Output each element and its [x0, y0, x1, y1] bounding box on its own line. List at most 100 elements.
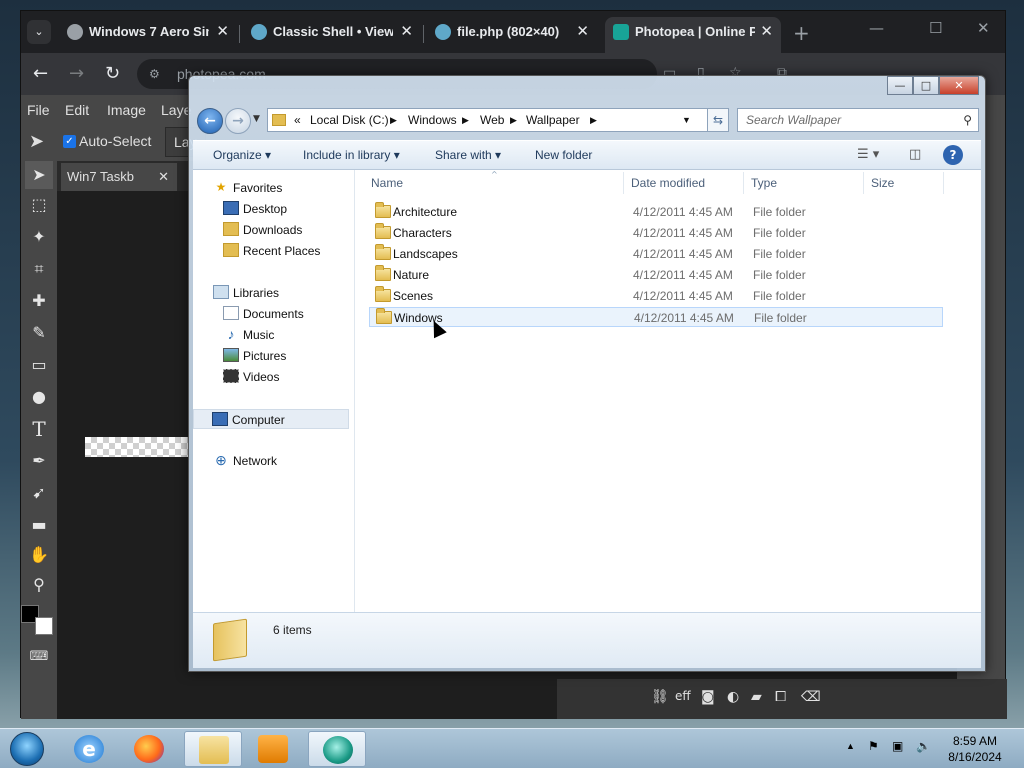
close-tab-icon[interactable]: ✕	[576, 17, 589, 47]
nav-documents[interactable]: Documents	[193, 304, 353, 324]
taskbar-file-explorer[interactable]	[184, 731, 242, 767]
file-row[interactable]: Nature 4/12/2011 4:45 AM File folder	[369, 265, 943, 285]
chevron-right-icon[interactable]: ▶	[390, 115, 397, 126]
menu-layer[interactable]: Laye	[161, 102, 191, 118]
breadcrumb-web[interactable]: Web	[480, 113, 504, 127]
keyboard-icon[interactable]: ⌨	[25, 643, 53, 671]
refresh-icon[interactable]: ⇆	[707, 108, 729, 132]
crop-tool-icon[interactable]: ⌗	[25, 255, 53, 283]
column-divider[interactable]	[863, 172, 864, 194]
gradient-tool-icon[interactable]: ▭	[25, 351, 53, 379]
shape-tool-icon[interactable]: ▬	[25, 511, 53, 539]
preview-pane-icon[interactable]: ◫	[909, 147, 921, 162]
trash-icon[interactable]: ⌫	[801, 689, 821, 705]
taskbar-classic-shell[interactable]	[308, 731, 366, 767]
taskbar-media-player[interactable]	[244, 731, 302, 767]
minimize-button[interactable]: —	[869, 19, 884, 37]
close-tab-icon[interactable]: ✕	[400, 17, 413, 47]
minimize-window-button[interactable]: —	[887, 76, 913, 95]
back-arrow-icon[interactable]: ←	[197, 108, 223, 134]
close-window-button[interactable]: ✕	[977, 19, 990, 37]
network-tray-icon[interactable]: ▣	[892, 739, 903, 753]
mask-icon[interactable]: ◙	[701, 689, 715, 705]
file-row[interactable]: Scenes 4/12/2011 4:45 AM File folder	[369, 286, 943, 306]
magic-wand-tool-icon[interactable]: ✦	[25, 223, 53, 251]
nav-network[interactable]: ⊕ Network	[193, 451, 353, 471]
nav-desktop[interactable]: Desktop	[193, 199, 353, 219]
blur-tool-icon[interactable]: ●	[25, 383, 53, 411]
column-header-date[interactable]: Date modified	[631, 176, 705, 190]
tab-search-button[interactable]: ⌄	[27, 20, 51, 44]
clock[interactable]: 8:59 AM 8/16/2024	[940, 733, 1010, 765]
organize-button[interactable]: Organize ▾	[213, 148, 271, 162]
action-center-flag-icon[interactable]: ⚑	[868, 739, 879, 753]
close-tab-icon[interactable]: ✕	[216, 17, 229, 47]
select-move-tool-icon[interactable]: ➤	[25, 161, 53, 189]
brush-tool-icon[interactable]: ✎	[25, 319, 53, 347]
file-row[interactable]: Architecture 4/12/2011 4:45 AM File fold…	[369, 202, 943, 222]
menu-file[interactable]: File	[27, 102, 50, 118]
start-button[interactable]	[4, 729, 48, 768]
column-divider[interactable]	[623, 172, 624, 194]
tab-file-php[interactable]: file.php (802×40) ✕	[427, 17, 597, 53]
menu-edit[interactable]: Edit	[65, 102, 89, 118]
nav-downloads[interactable]: Downloads	[193, 220, 353, 240]
reload-button[interactable]: ↻	[105, 63, 120, 84]
maximize-button[interactable]: ☐	[929, 19, 942, 37]
close-window-button[interactable]: ✕	[939, 76, 979, 95]
column-divider[interactable]	[743, 172, 744, 194]
tab-classic-shell[interactable]: Classic Shell • View ✕	[243, 17, 421, 53]
column-header-size[interactable]: Size	[871, 176, 894, 190]
address-dropdown-icon[interactable]: ▼	[682, 115, 691, 125]
breadcrumb-overflow[interactable]: «	[294, 113, 301, 127]
chevron-right-icon[interactable]: ▶	[510, 115, 517, 126]
share-with-button[interactable]: Share with ▾	[435, 148, 501, 162]
hand-tool-icon[interactable]: ✋	[25, 541, 53, 569]
marquee-tool-icon[interactable]: ⬚	[25, 191, 53, 219]
adjustment-icon[interactable]: ◐	[727, 689, 739, 705]
column-header-type[interactable]: Type	[751, 176, 777, 190]
file-row[interactable]: Landscapes 4/12/2011 4:45 AM File folder	[369, 244, 943, 264]
direct-select-tool-icon[interactable]: ➹	[25, 479, 53, 507]
healing-tool-icon[interactable]: ✚	[25, 287, 53, 315]
volume-muted-icon[interactable]: 🔈	[916, 739, 931, 753]
auto-select-checkbox[interactable]: ✓	[63, 135, 76, 148]
taskbar-internet-explorer[interactable]: e	[60, 731, 118, 767]
show-hidden-icons-icon[interactable]: ▲	[846, 741, 855, 751]
document-tab[interactable]: Win7 Taskb ✕	[61, 163, 177, 191]
forward-button[interactable]: →	[69, 63, 84, 84]
breadcrumb-windows[interactable]: Windows	[408, 113, 457, 127]
new-tab-button[interactable]: +	[793, 21, 810, 45]
nav-computer[interactable]: Computer	[193, 409, 349, 429]
nav-favorites[interactable]: ★ Favorites	[193, 178, 353, 198]
nav-videos[interactable]: Videos	[193, 367, 353, 387]
search-icon[interactable]: ⚲	[963, 109, 972, 131]
chevron-right-icon[interactable]: ▶	[590, 115, 597, 126]
taskbar-firefox[interactable]	[120, 731, 178, 767]
folder-icon[interactable]: ▰	[751, 689, 762, 705]
menu-image[interactable]: Image	[107, 102, 146, 118]
new-folder-button[interactable]: New folder	[535, 148, 592, 162]
close-tab-icon[interactable]: ✕	[760, 17, 773, 47]
maximize-window-button[interactable]: □	[913, 76, 939, 95]
forward-arrow-icon[interactable]: →	[225, 108, 251, 134]
breadcrumb-local-disk[interactable]: Local Disk (C:)	[310, 113, 389, 127]
pen-tool-icon[interactable]: ✒	[25, 447, 53, 475]
fx-icon[interactable]: eff	[675, 689, 691, 703]
nav-libraries[interactable]: Libraries	[193, 283, 353, 303]
nav-pictures[interactable]: Pictures	[193, 346, 353, 366]
breadcrumb-wallpaper[interactable]: Wallpaper	[526, 113, 580, 127]
background-color-swatch[interactable]	[35, 617, 53, 635]
link-icon[interactable]: ⛓	[651, 689, 669, 705]
type-tool-icon[interactable]: T	[25, 415, 53, 443]
breadcrumb[interactable]: « Local Disk (C:) ▶ Windows ▶ Web ▶ Wall…	[267, 108, 729, 132]
include-in-library-button[interactable]: Include in library ▾	[303, 148, 400, 162]
tab-windows7-aero[interactable]: Windows 7 Aero Sim ✕	[59, 17, 237, 53]
back-button[interactable]: ←	[33, 63, 48, 84]
recent-pages-icon[interactable]: ▼	[253, 114, 260, 124]
zoom-tool-icon[interactable]: ⚲	[25, 571, 53, 599]
change-view-icon[interactable]: ☰ ▾	[857, 147, 879, 162]
tab-photopea[interactable]: Photopea | Online P ✕	[605, 17, 781, 53]
column-divider[interactable]	[943, 172, 944, 194]
help-icon[interactable]: ?	[943, 145, 963, 165]
